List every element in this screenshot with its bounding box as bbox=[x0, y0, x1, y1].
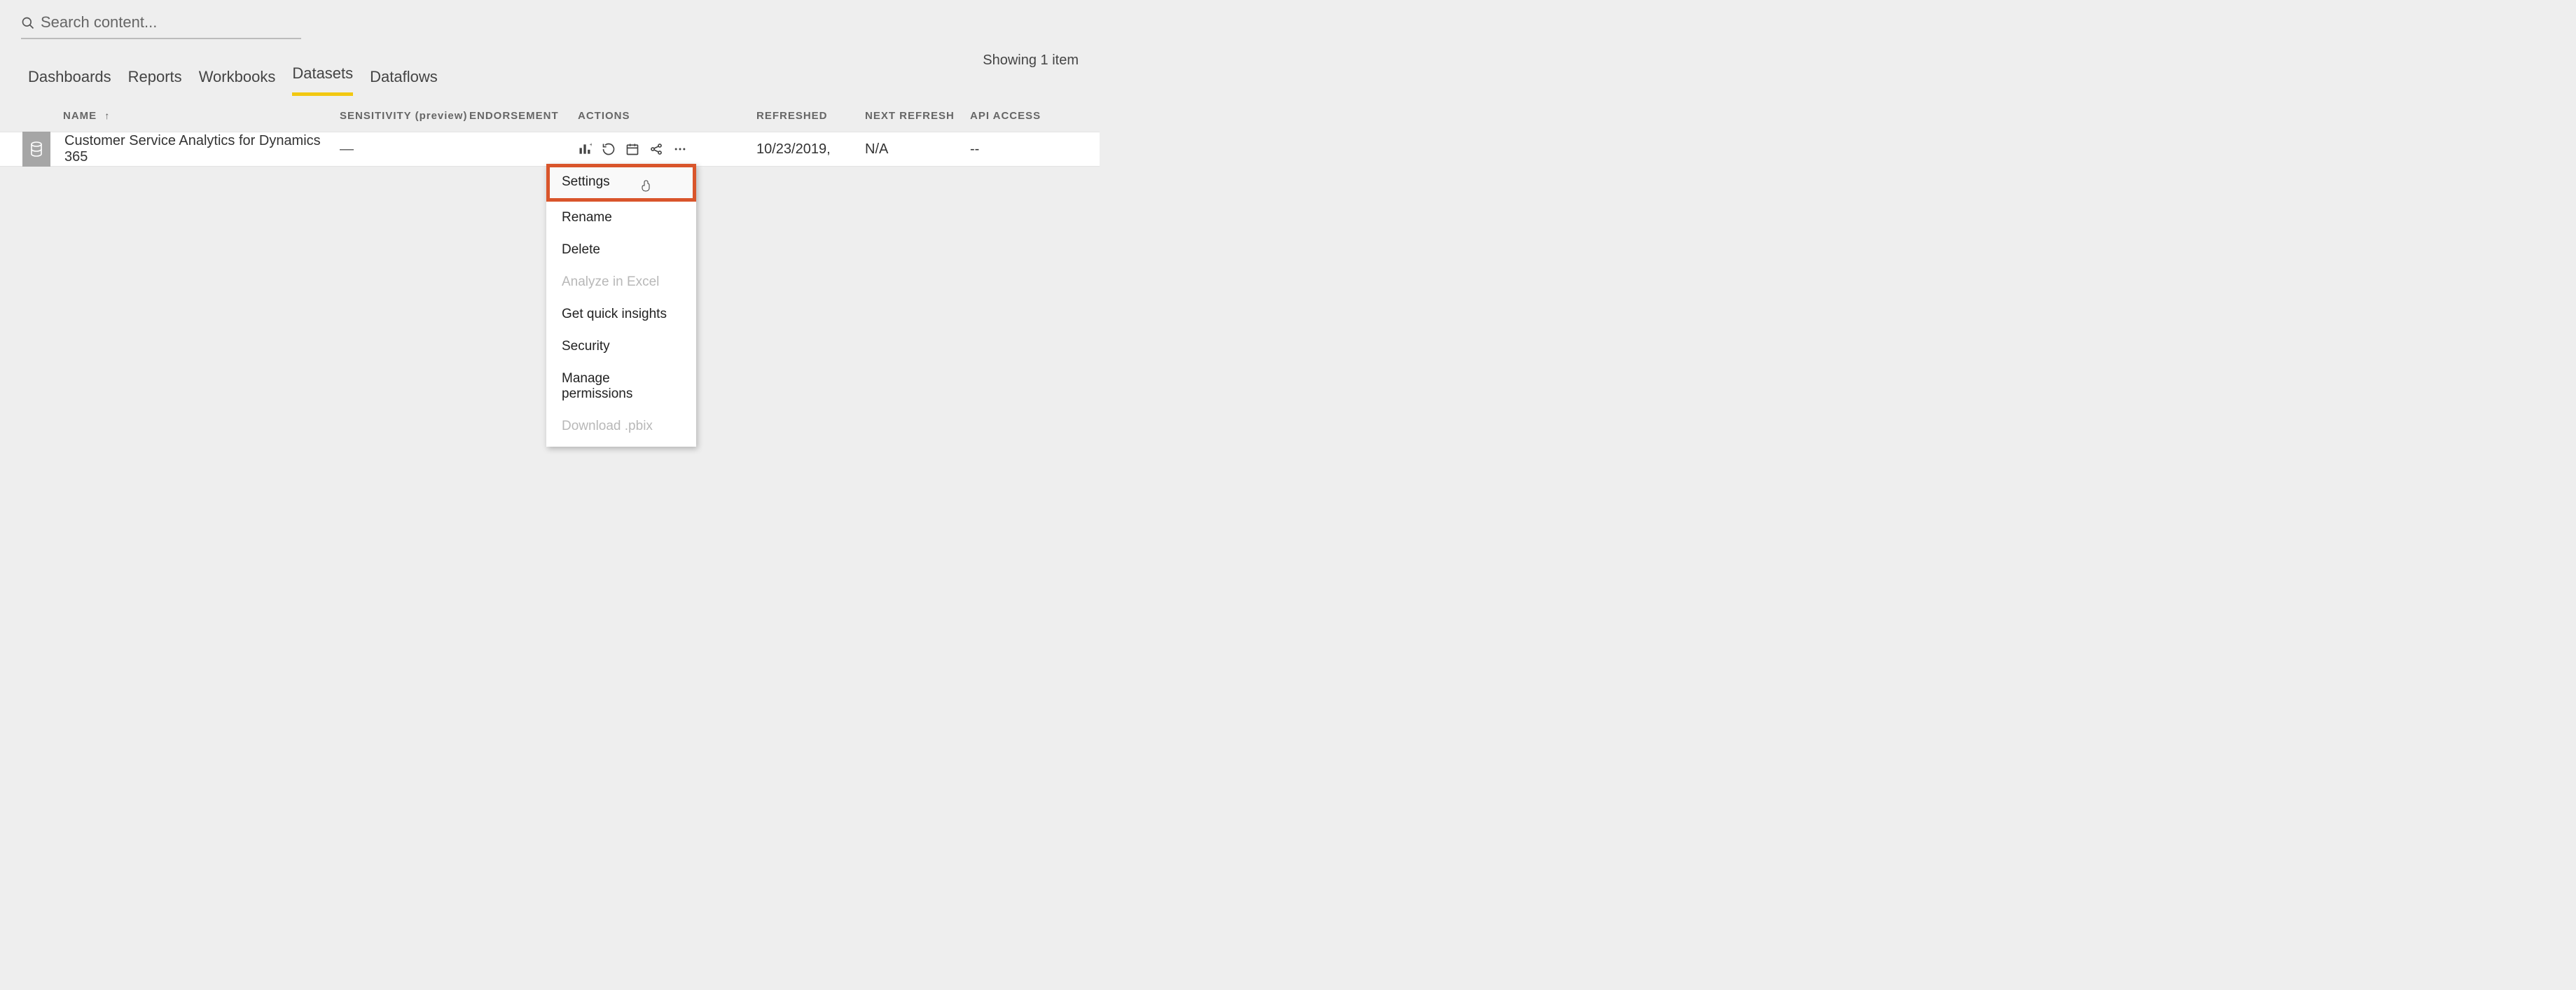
search-input[interactable] bbox=[39, 13, 301, 32]
cursor-icon bbox=[641, 179, 651, 195]
col-refreshed[interactable]: REFRESHED bbox=[756, 110, 865, 122]
tab-workbooks[interactable]: Workbooks bbox=[199, 68, 276, 96]
col-sensitivity[interactable]: SENSITIVITY (preview) bbox=[340, 110, 469, 122]
col-name-label: NAME bbox=[63, 110, 97, 122]
item-count: Showing 1 item bbox=[983, 53, 1079, 69]
col-name[interactable]: NAME ↑ bbox=[63, 110, 340, 122]
menu-item-settings[interactable]: Settings bbox=[546, 164, 696, 202]
menu-item-security[interactable]: Security bbox=[546, 330, 696, 363]
menu-item-analyze-excel: Analyze in Excel bbox=[546, 266, 696, 298]
dataset-name[interactable]: Customer Service Analytics for Dynamics … bbox=[50, 133, 340, 165]
tab-dashboards[interactable]: Dashboards bbox=[28, 68, 111, 96]
col-actions: ACTIONS bbox=[578, 110, 756, 122]
menu-item-download-pbix: Download .pbix bbox=[546, 410, 696, 442]
dataset-api-access: -- bbox=[970, 141, 1075, 158]
schedule-refresh-icon[interactable] bbox=[625, 142, 639, 156]
dataset-refreshed: 10/23/2019, bbox=[756, 141, 865, 158]
search-icon bbox=[21, 10, 39, 36]
dataset-actions: + bbox=[578, 142, 756, 156]
col-api-access[interactable]: API ACCESS bbox=[970, 110, 1075, 122]
tab-dataflows[interactable]: Dataflows bbox=[370, 68, 438, 96]
dataset-icon bbox=[22, 132, 50, 167]
menu-item-delete[interactable]: Delete bbox=[546, 234, 696, 266]
context-menu: Settings Rename Delete Analyze in Excel … bbox=[546, 164, 696, 447]
more-options-icon[interactable] bbox=[673, 142, 687, 156]
tab-reports[interactable]: Reports bbox=[128, 68, 182, 96]
menu-item-rename[interactable]: Rename bbox=[546, 202, 696, 234]
table-header: NAME ↑ SENSITIVITY (preview) ENDORSEMENT… bbox=[0, 96, 1100, 132]
col-endorsement[interactable]: ENDORSEMENT bbox=[469, 110, 578, 122]
search-box[interactable] bbox=[21, 7, 301, 39]
svg-text:+: + bbox=[590, 142, 592, 148]
tab-datasets[interactable]: Datasets bbox=[292, 64, 353, 96]
sort-asc-icon: ↑ bbox=[104, 110, 110, 121]
tabs: Dashboards Reports Workbooks Datasets Da… bbox=[28, 64, 1100, 96]
menu-item-quick-insights[interactable]: Get quick insights bbox=[546, 298, 696, 330]
table-row: Customer Service Analytics for Dynamics … bbox=[0, 132, 1100, 167]
refresh-now-icon[interactable] bbox=[602, 142, 616, 156]
col-next-refresh[interactable]: NEXT REFRESH bbox=[865, 110, 970, 122]
share-icon[interactable] bbox=[649, 142, 663, 156]
create-report-icon[interactable]: + bbox=[578, 142, 592, 156]
menu-item-manage-permissions[interactable]: Manage permissions bbox=[546, 363, 696, 410]
menu-item-label: Settings bbox=[562, 174, 610, 189]
dataset-next-refresh: N/A bbox=[865, 141, 970, 158]
dataset-sensitivity: — bbox=[340, 141, 469, 158]
